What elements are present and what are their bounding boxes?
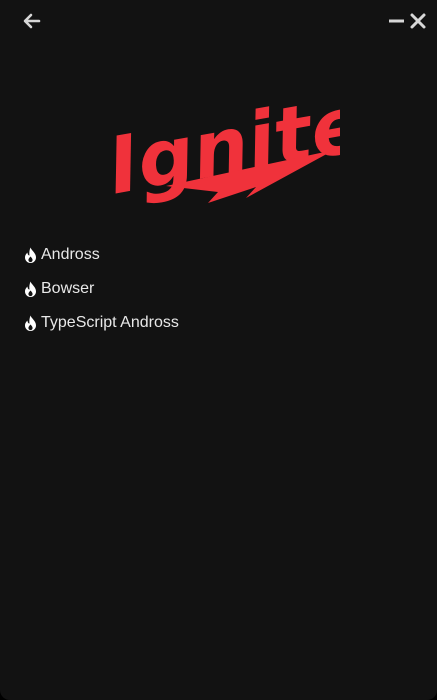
menu-item-bowser[interactable]: Bowser xyxy=(24,277,179,300)
flame-icon xyxy=(25,281,36,297)
close-icon xyxy=(410,13,426,29)
titlebar xyxy=(0,0,437,42)
menu-item-label: Andross xyxy=(41,245,100,263)
close-button[interactable] xyxy=(409,11,427,31)
minimize-icon xyxy=(389,19,404,23)
flame-icon xyxy=(25,247,36,263)
flame-icon xyxy=(25,315,36,331)
menu-item-typescript-andross[interactable]: TypeScript Andross xyxy=(24,311,179,334)
boilerplate-menu: Andross Bowser TypeScript Andross xyxy=(24,243,179,345)
minimize-button[interactable] xyxy=(388,12,406,30)
menu-item-andross[interactable]: Andross xyxy=(24,243,179,266)
app-window: Ignite Andross Bowser TypeScript Andross xyxy=(0,0,437,700)
menu-item-label: TypeScript Andross xyxy=(41,313,179,331)
ignite-logo: Ignite xyxy=(96,79,371,220)
menu-item-label: Bowser xyxy=(41,279,95,297)
back-button[interactable] xyxy=(22,11,42,31)
arrow-left-icon xyxy=(23,13,41,29)
